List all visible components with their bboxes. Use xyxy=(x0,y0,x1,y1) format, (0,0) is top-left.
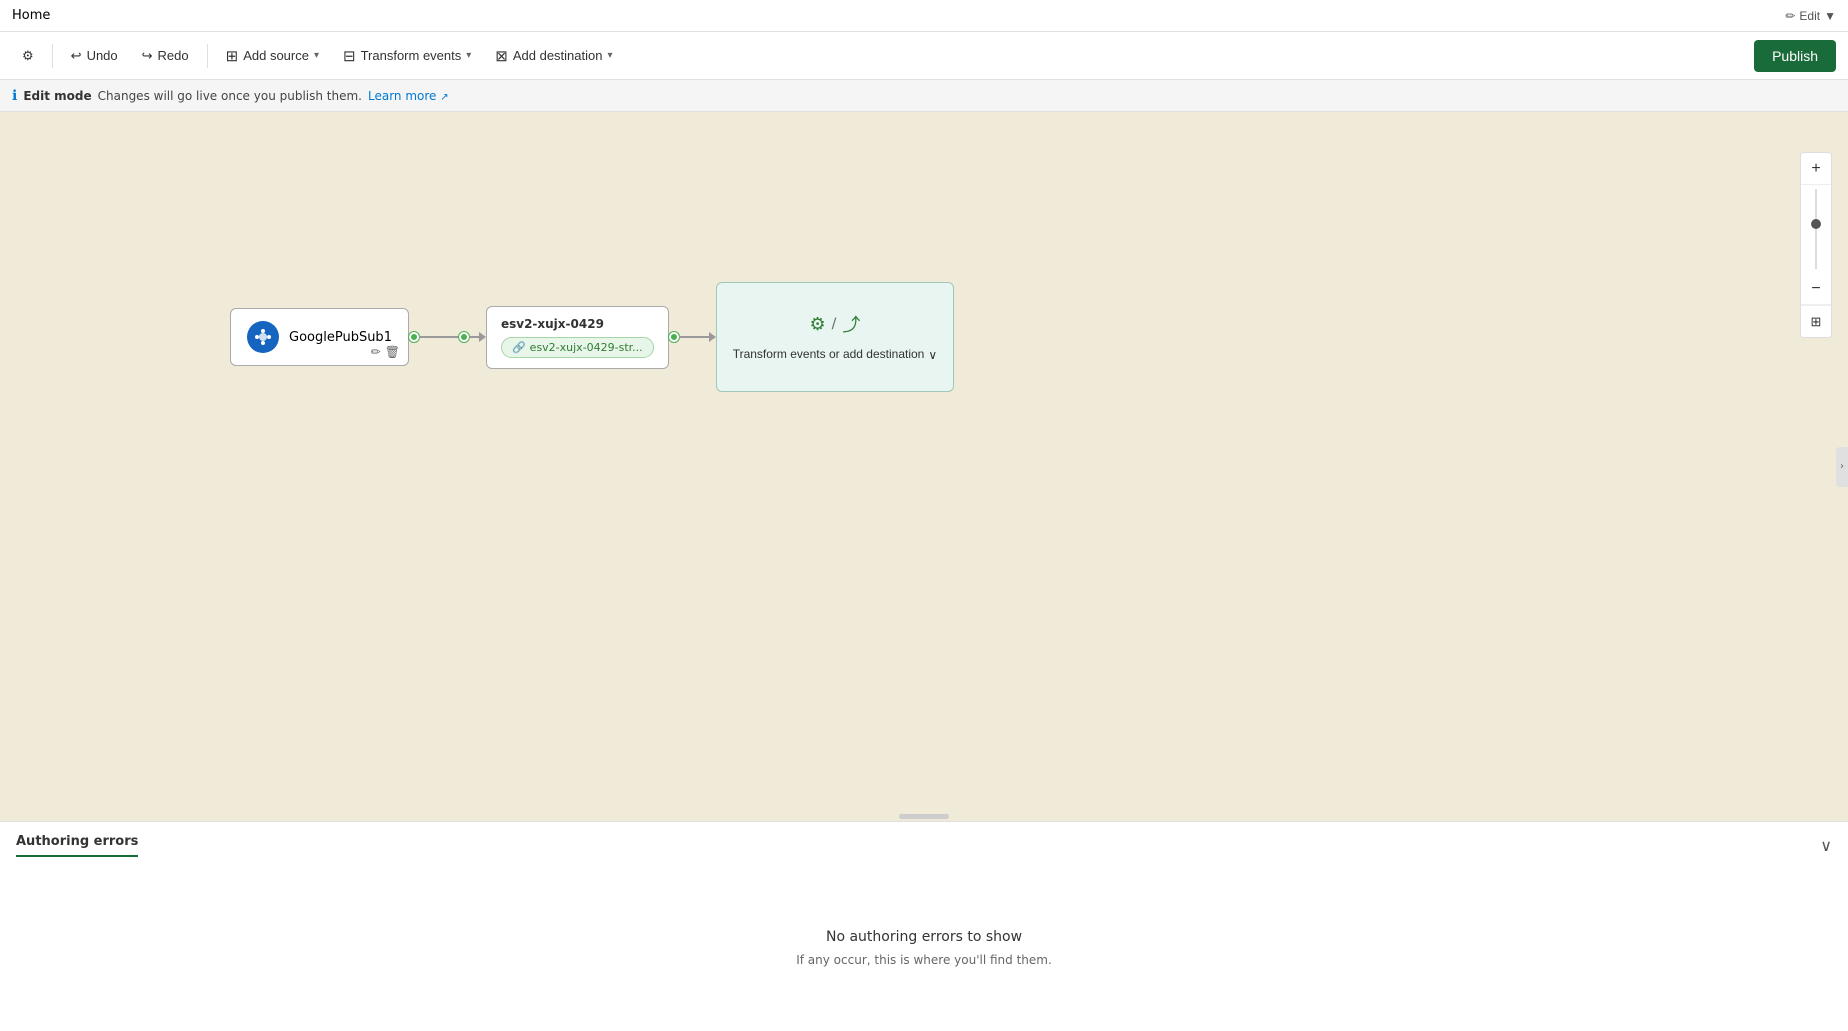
add-source-label: Add source xyxy=(243,48,309,63)
transform-events-node-button[interactable]: Transform events or add destination ∨ xyxy=(733,347,937,363)
add-destination-label: Add destination xyxy=(513,48,603,63)
transform-events-icon: ⊟ xyxy=(343,47,356,65)
add-source-chevron-icon: ▾ xyxy=(314,50,319,61)
redo-icon: ↪ xyxy=(142,48,153,64)
publish-button[interactable]: Publish xyxy=(1754,40,1836,72)
edit-label: Edit xyxy=(1799,9,1820,23)
connector-2 xyxy=(669,332,716,342)
edit-chevron-icon: ▼ xyxy=(1824,9,1836,23)
connector-line-1 xyxy=(419,336,459,338)
add-destination-chevron-icon: ▾ xyxy=(607,50,612,61)
learn-more-link[interactable]: Learn more ↗ xyxy=(368,89,449,103)
delete-icon[interactable]: 🗑 xyxy=(385,345,400,359)
bottom-panel-content: No authoring errors to show If any occur… xyxy=(0,867,1848,1028)
source-icon xyxy=(247,321,279,353)
flow-container: GooglePubSub1 ✏ 🗑 esv2-xujx-0429 🔗 esv2-… xyxy=(230,282,954,392)
toolbar-left: ⚙ ↩ Undo ↪ Redo ⊞ Add source ▾ ⊟ Transfo… xyxy=(12,41,623,71)
add-source-icon: ⊞ xyxy=(226,47,239,65)
source-node-actions: ✏ 🗑 xyxy=(371,345,400,359)
mode-label: Edit mode xyxy=(23,89,91,103)
zoom-controls: + − ⊞ xyxy=(1800,152,1832,338)
settings-button[interactable]: ⚙ xyxy=(12,42,44,70)
stream-node[interactable]: esv2-xujx-0429 🔗 esv2-xujx-0429-str... xyxy=(486,306,669,369)
collapse-icon: ∨ xyxy=(1820,838,1832,855)
info-icon: ℹ xyxy=(12,88,17,104)
canvas: GooglePubSub1 ✏ 🗑 esv2-xujx-0429 🔗 esv2-… xyxy=(0,112,1848,821)
connector-arrow-1 xyxy=(479,332,486,342)
separator: / xyxy=(832,316,837,332)
edit-button[interactable]: ✏ Edit ▼ xyxy=(1785,9,1836,23)
no-errors-title: No authoring errors to show xyxy=(826,929,1022,945)
transform-node[interactable]: ⚙ / ⤴ Transform events or add destinatio… xyxy=(716,282,954,392)
add-destination-button[interactable]: ⊠ Add destination ▾ xyxy=(485,41,622,71)
zoom-out-button[interactable]: − xyxy=(1800,273,1832,305)
top-bar: Home ✏ Edit ▼ xyxy=(0,0,1848,32)
stream-input-dot xyxy=(459,332,469,342)
zoom-slider-handle[interactable] xyxy=(1811,219,1821,229)
connector-arrow-2 xyxy=(709,332,716,342)
edit-mode-message: Changes will go live once you publish th… xyxy=(98,89,362,103)
divider-2 xyxy=(207,44,208,68)
bottom-panel-header: Authoring errors ∨ xyxy=(0,822,1848,867)
connector-line-2 xyxy=(469,336,479,338)
drag-handle[interactable] xyxy=(899,814,949,819)
no-errors-subtitle: If any occur, this is where you'll find … xyxy=(796,953,1052,967)
undo-button[interactable]: ↩ Undo xyxy=(61,42,128,70)
connector-line-3 xyxy=(679,336,709,338)
source-node-label: GooglePubSub1 xyxy=(289,330,392,345)
transform-node-chevron-icon: ∨ xyxy=(928,348,937,362)
publish-label: Publish xyxy=(1772,48,1818,64)
stream-output-dot xyxy=(669,332,679,342)
stream-tag-label: esv2-xujx-0429-str... xyxy=(530,341,643,354)
divider-1 xyxy=(52,44,53,68)
edit-pencil-icon: ✏ xyxy=(1785,9,1795,23)
stream-node-title: esv2-xujx-0429 xyxy=(501,317,654,331)
side-collapse-handle[interactable]: › xyxy=(1836,447,1848,487)
authoring-errors-title: Authoring errors xyxy=(16,834,138,857)
add-destination-icon: ⊠ xyxy=(495,47,508,65)
zoom-in-icon: + xyxy=(1811,160,1820,178)
transform-node-label: Transform events or add destination xyxy=(733,347,925,363)
redo-button[interactable]: ↪ Redo xyxy=(132,42,199,70)
external-link-icon: ↗ xyxy=(440,92,448,103)
learn-more-text: Learn more xyxy=(368,89,436,103)
stream-tag: 🔗 esv2-xujx-0429-str... xyxy=(501,337,654,358)
redo-label: Redo xyxy=(158,48,189,63)
edit-icon[interactable]: ✏ xyxy=(371,345,381,359)
edit-mode-bar: ℹ Edit mode Changes will go live once yo… xyxy=(0,80,1848,112)
transform-events-button[interactable]: ⊟ Transform events ▾ xyxy=(333,41,481,71)
collapse-panel-button[interactable]: ∨ xyxy=(1820,836,1832,856)
bottom-panel: Authoring errors ∨ No authoring errors t… xyxy=(0,821,1848,1031)
stream-tag-icon: 🔗 xyxy=(512,341,526,354)
undo-icon: ↩ xyxy=(71,48,82,64)
zoom-out-icon: − xyxy=(1811,280,1820,298)
transform-events-chevron-icon: ▾ xyxy=(466,50,471,61)
export-icon: ⤴ xyxy=(842,311,860,337)
add-source-button[interactable]: ⊞ Add source ▾ xyxy=(216,41,329,71)
page-title: Home xyxy=(12,8,50,23)
zoom-in-button[interactable]: + xyxy=(1800,153,1832,185)
transform-events-label: Transform events xyxy=(361,48,462,63)
reset-view-button[interactable]: ⊞ xyxy=(1800,305,1832,337)
source-output-dot xyxy=(409,332,419,342)
undo-label: Undo xyxy=(87,48,118,63)
toolbar: ⚙ ↩ Undo ↪ Redo ⊞ Add source ▾ ⊟ Transfo… xyxy=(0,32,1848,80)
side-handle-icon: › xyxy=(1840,461,1844,472)
gear-icon: ⚙ xyxy=(809,314,825,335)
transform-icons: ⚙ / ⤴ xyxy=(809,311,860,337)
settings-icon: ⚙ xyxy=(22,48,34,64)
source-node[interactable]: GooglePubSub1 ✏ 🗑 xyxy=(230,308,409,366)
connector-1 xyxy=(409,332,486,342)
